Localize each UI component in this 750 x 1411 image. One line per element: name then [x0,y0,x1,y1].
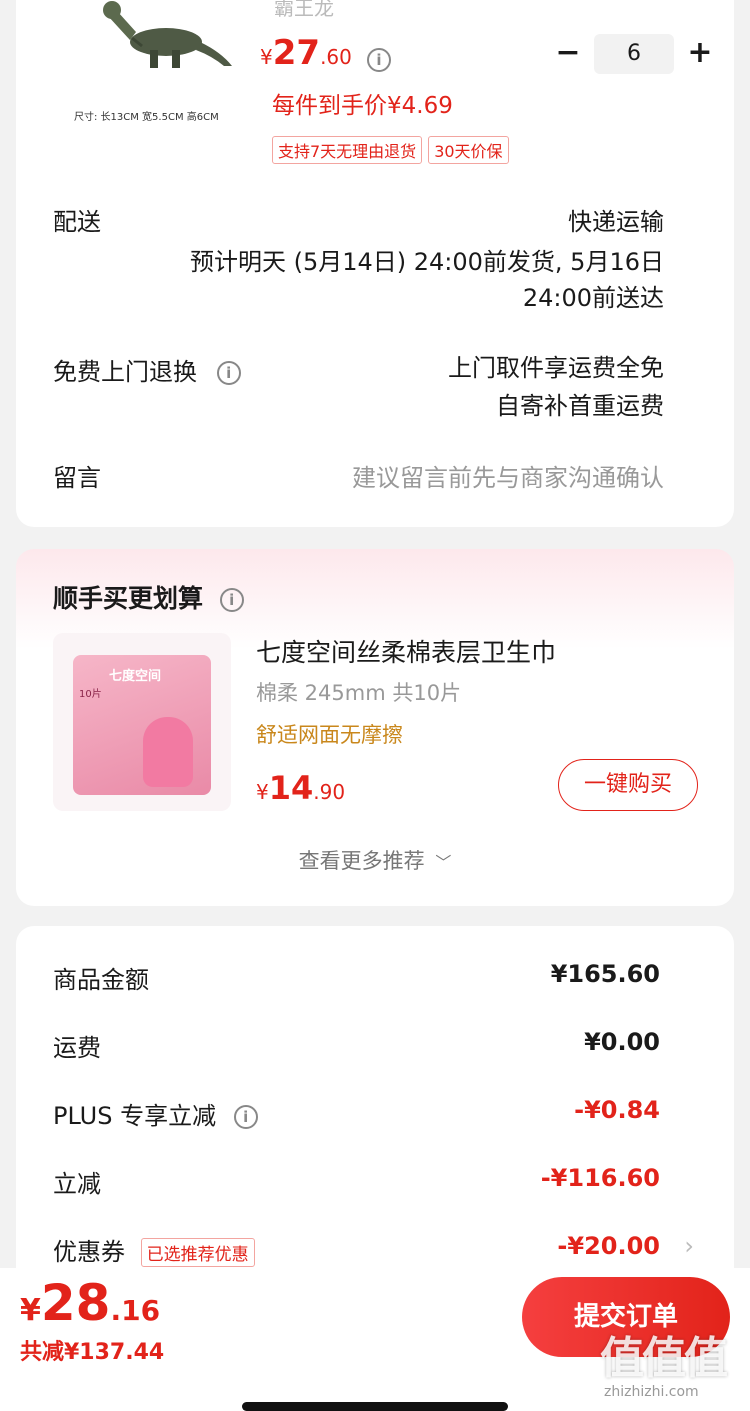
product-size-label: 尺寸: 长13CM 宽5.5CM 高6CM [74,112,219,123]
pack-count: 10片 [79,689,102,700]
recommend-product-image[interactable]: 七度空间 10片 [53,633,231,811]
summary-value-shipping: ¥0.00 [584,1028,660,1056]
total-price: ¥28.16 [20,1274,161,1332]
delivery-estimate-line1: 预计明天 (5月14日) 24:00前发货, 5月16日 [189,248,664,276]
decrease-button[interactable]: − [546,32,590,76]
recommend-product-feature: 舒适网面无摩擦 [256,723,403,747]
return-label: 免费上门退换 i [53,352,241,387]
chevron-right-icon[interactable]: › [684,1232,694,1260]
product-price: ¥27.60 i [260,33,391,73]
increase-button[interactable]: + [678,32,722,76]
product-name: 霸王龙 [274,0,334,20]
quantity-input[interactable]: 6 [594,34,674,74]
summary-label-shipping: 运费 [53,1034,101,1062]
recommend-product-spec: 棉柔 245mm 共10片 [256,681,462,705]
summary-label-plus: PLUS 专享立减 i [53,1096,258,1131]
recommend-product-price: ¥14.90 [256,769,346,807]
summary-value-coupon[interactable]: -¥20.00 [557,1232,660,1260]
delivery-method[interactable]: 快递运输 [568,202,664,237]
coupon-tag: 已选推荐优惠 [140,1238,255,1267]
price-info-icon[interactable]: i [366,47,391,72]
total-saved: 共减¥137.44 [20,1340,165,1365]
price-summary-card: 商品金额 ¥165.60 运费 ¥0.00 PLUS 专享立减 i -¥0.84… [16,926,734,1326]
more-recommend-link[interactable]: 查看更多推荐 ﹀ [16,845,734,875]
return-info-icon[interactable]: i [216,361,241,385]
one-click-buy-button[interactable]: 一键购买 [558,759,698,811]
order-product-card: 尺寸: 长13CM 宽5.5CM 高6CM 霸王龙 ¥27.60 i 每件到手价… [16,0,734,527]
recommend-product-name[interactable]: 七度空间丝柔棉表层卫生巾 [256,633,556,669]
pack-brand: 七度空间 [109,669,162,684]
recommend-title: 顺手买更划算 i [53,579,244,615]
summary-value-discount: -¥116.60 [540,1164,660,1192]
pack-illustration [143,717,193,787]
summary-label-coupon[interactable]: 优惠券 已选推荐优惠 [53,1232,261,1267]
summary-label-goods: 商品金额 [53,966,149,994]
recommend-info-icon[interactable]: i [219,588,244,612]
service-badges: 支持7天无理由退货 30天价保 [272,136,515,164]
plus-info-icon[interactable]: i [233,1105,258,1129]
return-line2: 自寄补首重运费 [496,392,664,420]
summary-value-plus: -¥0.84 [574,1096,660,1124]
summary-label-discount: 立减 [53,1170,101,1198]
badge-return: 支持7天无理由退货 [272,136,423,164]
message-label: 留言 [53,464,101,492]
watermark-logo: 值值值 [600,1333,728,1384]
recommend-card: 顺手买更划算 i 七度空间 10片 七度空间丝柔棉表层卫生巾 棉柔 245mm … [16,549,734,906]
return-line1: 上门取件享运费全免 [448,354,664,382]
product-image[interactable] [96,0,236,80]
delivery-estimate-line2: 24:00前送达 [522,284,664,312]
delivery-label: 配送 [53,208,101,236]
unit-price: 每件到手价¥4.69 [272,93,453,119]
badge-price-protect: 30天价保 [428,136,509,164]
quantity-stepper: − 6 + [546,32,716,76]
message-input[interactable]: 建议留言前先与商家沟通确认 [352,458,664,493]
summary-value-goods: ¥165.60 [550,960,660,988]
watermark-url: zhizhizhi.com [604,1384,699,1400]
home-indicator [242,1402,508,1411]
pack-shape: 七度空间 10片 [73,655,211,795]
chevron-down-icon: ﹀ [435,853,452,872]
